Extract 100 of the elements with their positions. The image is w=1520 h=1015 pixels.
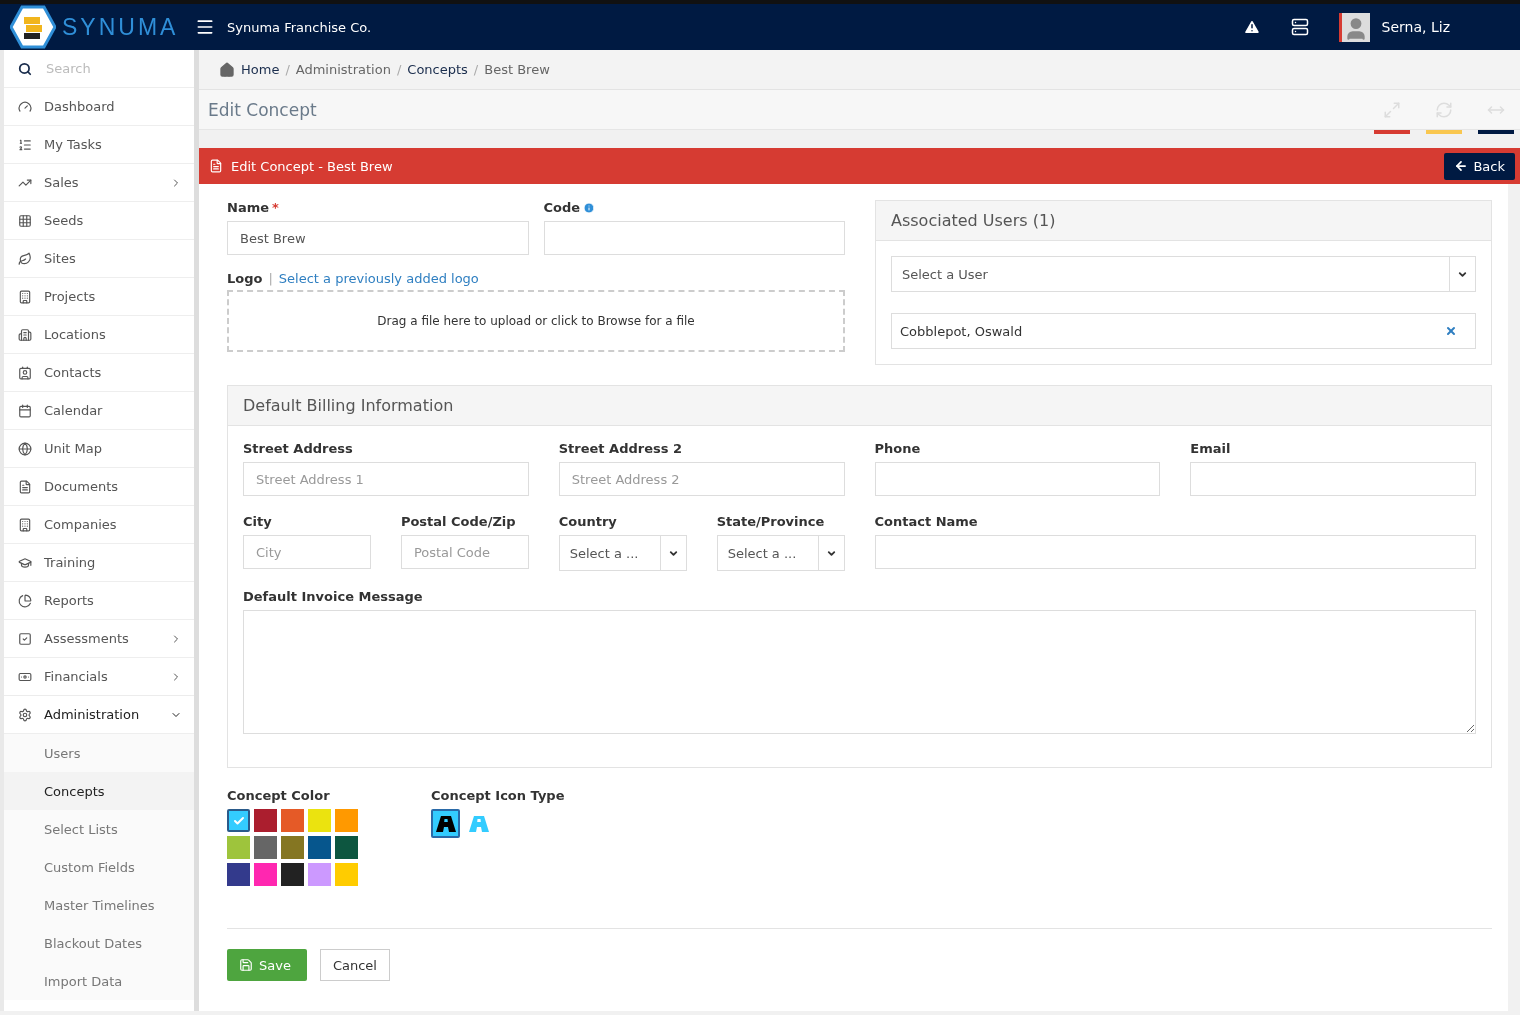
building-icon bbox=[18, 517, 32, 532]
user-name[interactable]: Serna, Liz bbox=[1381, 19, 1450, 35]
color-swatch[interactable] bbox=[254, 836, 277, 859]
panel-title: Edit Concept - Best Brew bbox=[231, 158, 393, 174]
sidebar-item[interactable]: Unit Map bbox=[4, 430, 194, 468]
color-swatch[interactable] bbox=[281, 836, 304, 859]
color-swatch[interactable] bbox=[281, 863, 304, 886]
breadcrumb-link[interactable]: Administration bbox=[295, 62, 391, 77]
breadcrumb-link[interactable]: Best Brew bbox=[484, 62, 550, 77]
menu-icon[interactable] bbox=[195, 17, 215, 37]
sidebar-item[interactable]: Documents bbox=[4, 468, 194, 506]
select-field[interactable]: Select a ... bbox=[558, 535, 687, 571]
name-field[interactable]: Best Brew bbox=[227, 221, 529, 255]
sidebar-item[interactable]: Companies bbox=[4, 506, 194, 544]
field-label: Concept Color bbox=[227, 788, 331, 803]
building-icon bbox=[18, 327, 32, 342]
field-label: Default Invoice Message bbox=[243, 589, 424, 604]
color-swatch[interactable] bbox=[335, 863, 358, 886]
separator: | bbox=[268, 271, 273, 286]
sidebar-subitem[interactable]: Concepts bbox=[4, 772, 194, 810]
sidebar-subitem[interactable]: Master Timelines bbox=[4, 886, 194, 924]
remove-icon[interactable] bbox=[1445, 325, 1457, 337]
sidebar-item[interactable]: Projects bbox=[4, 278, 194, 316]
breadcrumb-separator: / bbox=[396, 62, 402, 77]
sidebar-item[interactable]: Seeds bbox=[4, 202, 194, 240]
select-field[interactable]: Select a ... bbox=[716, 535, 845, 571]
sidebar-subitem[interactable]: Select Lists bbox=[4, 810, 194, 848]
sidebar-item[interactable]: Assessments bbox=[4, 620, 194, 658]
color-swatch[interactable] bbox=[308, 809, 331, 832]
back-button[interactable]: Back bbox=[1444, 152, 1515, 180]
sidebar-item[interactable]: Calendar bbox=[4, 392, 194, 430]
user-select[interactable]: Select a User bbox=[891, 256, 1476, 292]
field-label: State/Province bbox=[716, 514, 826, 529]
sidebar-item[interactable]: Contacts bbox=[4, 354, 194, 392]
field-label: Street Address bbox=[243, 441, 354, 456]
breadcrumb-link[interactable]: Concepts bbox=[407, 62, 468, 77]
pie-chart-icon bbox=[18, 593, 32, 608]
breadcrumb-separator: / bbox=[473, 62, 479, 77]
breadcrumb-separator: / bbox=[285, 62, 290, 77]
street-address-field[interactable]: Street Address 1 bbox=[243, 462, 529, 496]
select-logo-link[interactable]: Select a previously added logo bbox=[278, 271, 479, 286]
checkbox-icon bbox=[18, 631, 32, 646]
field-label: Concept Icon Type bbox=[431, 788, 565, 803]
city-field[interactable]: City bbox=[243, 535, 371, 569]
file-dropzone[interactable]: Drag a file here to upload or click to Browse for a file bbox=[227, 290, 845, 352]
required-mark: * bbox=[272, 200, 279, 215]
phone-field[interactable] bbox=[874, 462, 1161, 496]
color-swatch[interactable] bbox=[308, 863, 331, 886]
sidebar-subitem[interactable]: Import Data bbox=[4, 962, 194, 1000]
sidebar-item[interactable]: Reports bbox=[4, 582, 194, 620]
field-label: Logo bbox=[227, 271, 263, 286]
gauge-icon bbox=[18, 99, 32, 114]
postal-code-field[interactable]: Postal Code bbox=[400, 535, 529, 569]
breadcrumb-link[interactable]: Home bbox=[241, 62, 280, 77]
sidebar-item[interactable]: My Tasks bbox=[4, 126, 194, 164]
sidebar-item[interactable]: Locations bbox=[4, 316, 194, 354]
sidebar-item[interactable]: Sales bbox=[4, 164, 194, 202]
refresh-icon[interactable] bbox=[1435, 101, 1453, 119]
sidebar-item[interactable]: Dashboard bbox=[4, 88, 194, 126]
arrow-left-icon bbox=[1454, 159, 1469, 173]
sidebar-item[interactable]: Sites bbox=[4, 240, 194, 278]
color-swatch[interactable] bbox=[227, 809, 250, 832]
color-swatch[interactable] bbox=[227, 863, 250, 886]
field-label: Name bbox=[227, 200, 269, 215]
document-icon bbox=[18, 479, 32, 494]
save-icon bbox=[239, 958, 253, 972]
warning-icon[interactable] bbox=[1242, 18, 1261, 36]
globe-icon bbox=[18, 441, 32, 456]
color-swatch[interactable] bbox=[308, 836, 331, 859]
gear-icon bbox=[18, 707, 32, 722]
building-icon bbox=[18, 289, 32, 304]
color-swatch[interactable] bbox=[281, 809, 304, 832]
street-address-field[interactable]: Street Address 2 bbox=[558, 462, 845, 496]
grid-icon bbox=[18, 213, 32, 228]
sidebar-subitem[interactable]: Custom Fields bbox=[4, 848, 194, 886]
code-field[interactable] bbox=[543, 221, 845, 255]
field-label: Street Address 2 bbox=[558, 441, 684, 456]
field-label: Postal Code/Zip bbox=[400, 514, 517, 529]
server-icon[interactable] bbox=[1290, 18, 1309, 36]
list-icon bbox=[18, 137, 32, 152]
color-swatch[interactable] bbox=[335, 836, 358, 859]
color-swatch[interactable] bbox=[227, 836, 250, 859]
color-swatch[interactable] bbox=[254, 863, 277, 886]
color-swatch[interactable] bbox=[254, 809, 277, 832]
sidebar-subitem[interactable]: Users bbox=[4, 734, 194, 772]
email-field[interactable] bbox=[1190, 462, 1476, 496]
info-icon bbox=[583, 201, 596, 214]
sidebar-subitem[interactable]: Blackout Dates bbox=[4, 924, 194, 962]
color-swatch[interactable] bbox=[335, 809, 358, 832]
invoice-message-field[interactable] bbox=[243, 610, 1476, 734]
sidebar-item[interactable]: Financials bbox=[4, 658, 194, 696]
avatar[interactable] bbox=[1338, 12, 1370, 42]
company-name: Synuma Franchise Co. bbox=[227, 19, 372, 35]
expand-icon[interactable] bbox=[1383, 101, 1401, 119]
sidebar-item[interactable]: Training bbox=[4, 544, 194, 582]
contact-name-field[interactable] bbox=[874, 535, 1476, 569]
cancel-button[interactable]: Cancel bbox=[319, 949, 390, 981]
road-icon[interactable] bbox=[431, 809, 460, 838]
page-title: Edit Concept bbox=[208, 99, 317, 120]
home-icon bbox=[219, 61, 235, 78]
